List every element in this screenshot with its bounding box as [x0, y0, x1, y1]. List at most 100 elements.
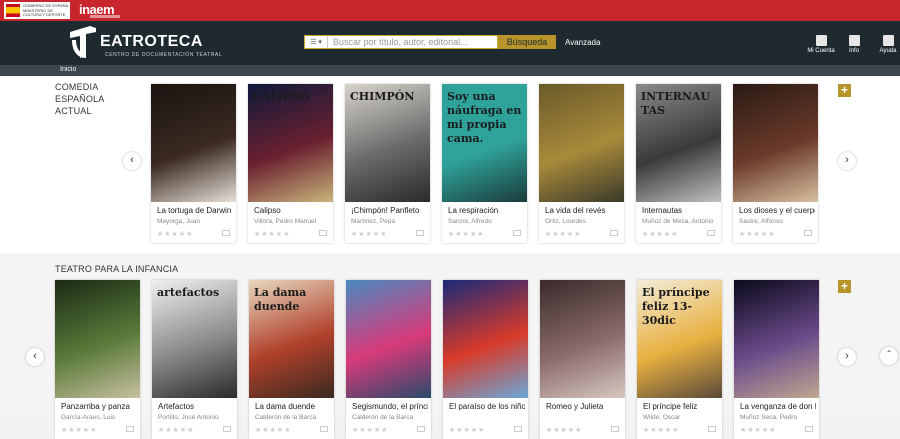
book-title[interactable]: Romeo y Julieta: [546, 402, 622, 411]
book-title[interactable]: La respiración: [448, 206, 524, 215]
my-account-button[interactable]: Mi Cuenta: [806, 35, 836, 54]
book-cover[interactable]: [733, 84, 818, 202]
book-title[interactable]: Panzarriba y panza: [61, 402, 137, 411]
save-icon[interactable]: [320, 426, 328, 432]
brand-name[interactable]: EATROTECA: [100, 33, 203, 51]
save-icon[interactable]: [416, 230, 424, 236]
search-input[interactable]: [328, 35, 498, 49]
book-cover[interactable]: [734, 280, 819, 398]
save-icon[interactable]: [610, 230, 618, 236]
breadcrumb-home-link[interactable]: Inicio: [60, 66, 76, 73]
book-card[interactable]: CALIPSO Calipso Villora, Pedro Manuel ★★★★★: [248, 84, 333, 243]
book-cover[interactable]: CALIPSO: [248, 84, 333, 202]
book-title[interactable]: Artefactos: [158, 402, 234, 411]
save-icon[interactable]: [222, 230, 230, 236]
carousel-next-button[interactable]: ›: [838, 348, 856, 366]
book-author: Calderón de la Barca: [255, 414, 317, 421]
save-icon[interactable]: [513, 230, 521, 236]
book-title[interactable]: El paraíso de los niños: [449, 402, 525, 411]
book-card[interactable]: Los dioses y el cuerpo Sastre, Alfonso ★★★…: [733, 84, 818, 243]
book-cover[interactable]: [55, 280, 140, 398]
book-cover[interactable]: El príncipe feliz 13-30dic: [637, 280, 722, 398]
rating-stars[interactable]: ★★★★★: [546, 426, 582, 434]
book-author: Ortiz, Lourdes: [545, 218, 586, 225]
rating-stars[interactable]: ★★★★★: [352, 426, 388, 434]
carousel-next-button[interactable]: ›: [838, 152, 856, 170]
rating-stars[interactable]: ★★★★★: [739, 230, 775, 238]
book-cover[interactable]: [539, 84, 624, 202]
book-cover[interactable]: [346, 280, 431, 398]
book-card[interactable]: La tortuga de Darwin Mayorga, Juan ★★★★★: [151, 84, 236, 243]
teatroteca-logo-icon[interactable]: [66, 24, 100, 60]
book-cover[interactable]: CHIMPÓN: [345, 84, 430, 202]
book-cover[interactable]: La dama duende: [249, 280, 334, 398]
book-author: Sanzol, Alfredo: [448, 218, 492, 225]
add-to-list-button[interactable]: +: [838, 84, 851, 97]
book-cover[interactable]: [540, 280, 625, 398]
book-cover[interactable]: [443, 280, 528, 398]
advanced-search-link[interactable]: Avanzada: [565, 38, 600, 47]
book-card[interactable]: Panzarriba y panza García-Araus, Luis ★★★★…: [55, 280, 140, 439]
book-cover[interactable]: [151, 84, 236, 202]
book-title[interactable]: La tortuga de Darwin: [157, 206, 233, 215]
book-card[interactable]: Soy una náufraga en mi propia cama. La re…: [442, 84, 527, 243]
book-cover[interactable]: artefactos: [152, 280, 237, 398]
search-type-select[interactable]: ☰ ▾: [304, 35, 328, 49]
book-card[interactable]: El príncipe feliz 13-30dic El príncipe fe…: [637, 280, 722, 439]
book-title[interactable]: Internautas: [642, 206, 718, 215]
book-title[interactable]: Calipso: [254, 206, 330, 215]
save-icon[interactable]: [126, 426, 134, 432]
save-icon[interactable]: [707, 230, 715, 236]
book-title[interactable]: ¡Chimpón! Panfleto: [351, 206, 427, 215]
rating-stars[interactable]: ★★★★★: [449, 426, 485, 434]
government-logo[interactable]: GOBIERNO DE ESPAÑA MINISTERIO DE CULTURA…: [4, 2, 70, 19]
book-card[interactable]: artefactos Artefactos Portillo, José Anton…: [152, 280, 237, 439]
book-card[interactable]: El paraíso de los niños ★★★★★: [443, 280, 528, 439]
rating-stars[interactable]: ★★★★★: [158, 426, 194, 434]
rating-stars[interactable]: ★★★★★: [255, 426, 291, 434]
book-cover[interactable]: INTERNAUTAS: [636, 84, 721, 202]
rating-stars[interactable]: ★★★★★: [351, 230, 387, 238]
rating-stars[interactable]: ★★★★★: [448, 230, 484, 238]
save-icon[interactable]: [708, 426, 716, 432]
rating-stars[interactable]: ★★★★★: [61, 426, 97, 434]
book-card[interactable]: Romeo y Julieta ★★★★★: [540, 280, 625, 439]
spain-flag-icon: [6, 4, 20, 17]
carousel-prev-button[interactable]: ‹: [26, 348, 44, 366]
book-card[interactable]: CHIMPÓN ¡Chimpón! Panfleto Martínez, Pepa ★…: [345, 84, 430, 243]
book-title[interactable]: Segismundo, el príncipe: [352, 402, 428, 411]
rating-stars[interactable]: ★★★★★: [642, 230, 678, 238]
rating-stars[interactable]: ★★★★★: [643, 426, 679, 434]
top-bar: GOBIERNO DE ESPAÑA MINISTERIO DE CULTURA…: [0, 0, 900, 21]
save-icon[interactable]: [611, 426, 619, 432]
book-card[interactable]: Segismundo, el príncipe Calderón de la Ba…: [346, 280, 431, 439]
save-icon[interactable]: [319, 230, 327, 236]
save-icon[interactable]: [223, 426, 231, 432]
book-title[interactable]: La dama duende: [255, 402, 331, 411]
book-card[interactable]: La vida del revés Ortiz, Lourdes ★★★★★: [539, 84, 624, 243]
save-icon[interactable]: [417, 426, 425, 432]
book-title[interactable]: Los dioses y el cuerpo: [739, 206, 815, 215]
book-title[interactable]: La venganza de don Mendo: [740, 402, 816, 411]
scroll-to-top-button[interactable]: ˆ: [880, 347, 898, 365]
carousel-prev-button[interactable]: ‹: [123, 152, 141, 170]
info-button[interactable]: Info: [839, 35, 869, 54]
rating-stars[interactable]: ★★★★★: [254, 230, 290, 238]
book-card[interactable]: La dama duende La dama duende Calderón de …: [249, 280, 334, 439]
book-card[interactable]: INTERNAUTAS Internautas Muñoz de Mesa, Ant…: [636, 84, 721, 243]
help-button[interactable]: Ayuda: [873, 35, 900, 54]
rating-stars[interactable]: ★★★★★: [545, 230, 581, 238]
book-title[interactable]: La vida del revés: [545, 206, 621, 215]
book-card[interactable]: La venganza de don Mendo Muñoz Seca, Pedr…: [734, 280, 819, 439]
save-icon[interactable]: [805, 426, 813, 432]
save-icon[interactable]: [804, 230, 812, 236]
rating-stars[interactable]: ★★★★★: [157, 230, 193, 238]
save-icon[interactable]: [514, 426, 522, 432]
book-cover[interactable]: Soy una náufraga en mi propia cama.: [442, 84, 527, 202]
add-to-list-button[interactable]: +: [838, 280, 851, 293]
search-button[interactable]: Búsqueda: [498, 35, 556, 49]
list-icon: ☰ ▾: [310, 39, 322, 46]
book-title[interactable]: El príncipe feliz: [643, 402, 719, 411]
inaem-logo-subline: [90, 15, 120, 18]
rating-stars[interactable]: ★★★★★: [740, 426, 776, 434]
